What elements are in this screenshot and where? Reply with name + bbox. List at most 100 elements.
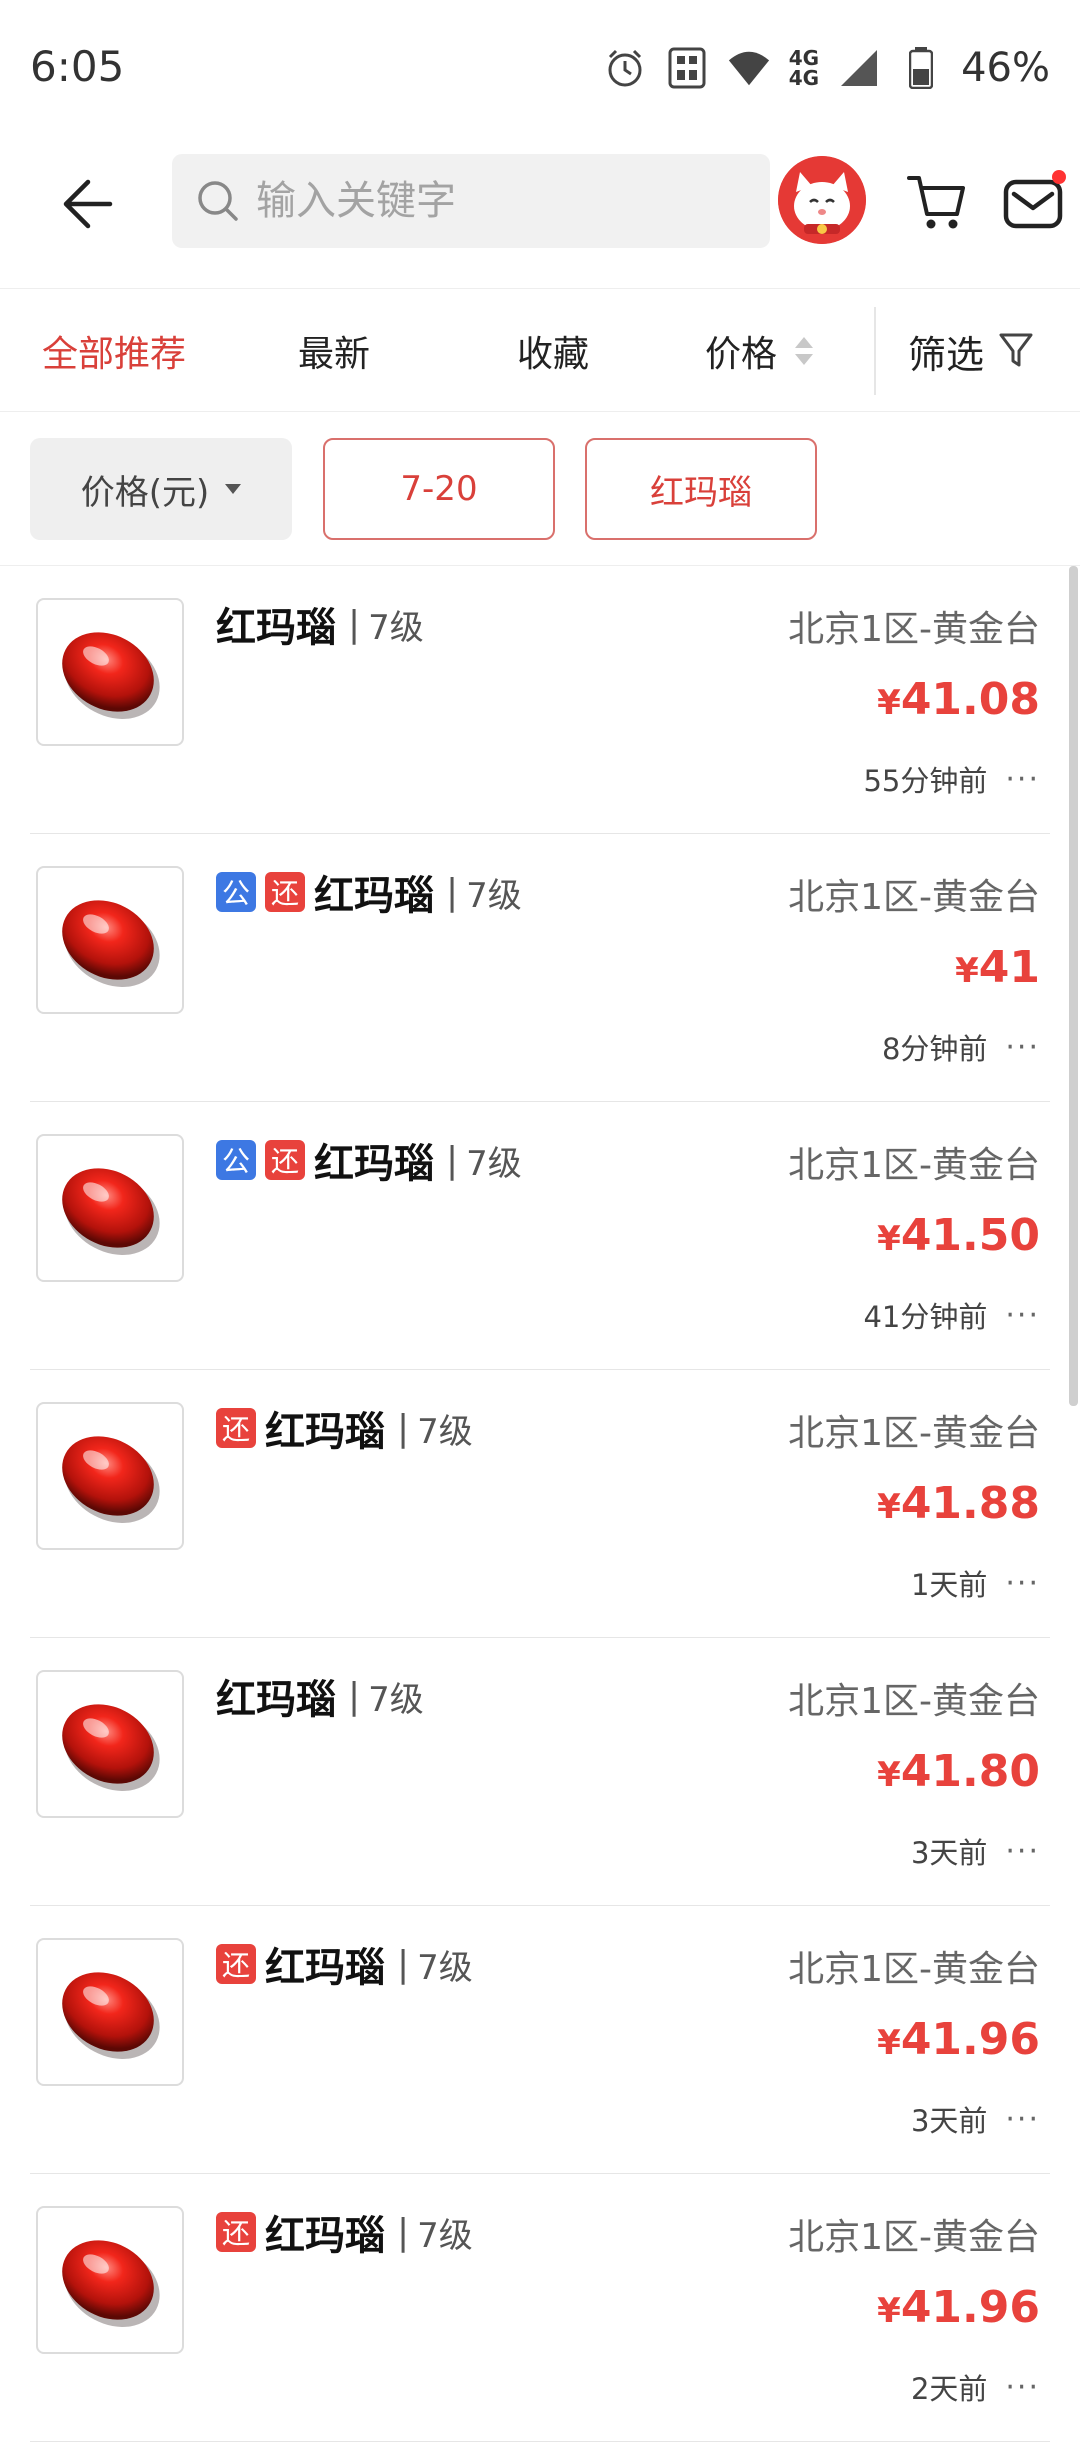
list-item[interactable]: 公还 红玛瑙 | 7级 北京1区-黄金台 ¥41 8分钟前 ··· [30, 834, 1050, 1102]
return-badge: 还 [216, 2212, 256, 2252]
item-name: 红玛瑙 [265, 1945, 385, 1991]
battery-icon [899, 46, 943, 90]
red-agate-gem-icon [62, 1168, 160, 1255]
listing-time: 8分钟前 [881, 1032, 988, 1066]
tab-newest[interactable]: 最新 [298, 289, 370, 413]
title-separator: | [446, 1139, 459, 1181]
back-button[interactable] [50, 168, 122, 240]
server-name: 北京1区-黄金台 [788, 2217, 1040, 2258]
server-name: 北京1区-黄金台 [788, 609, 1040, 650]
list-item[interactable]: 红玛瑙 | 7级 北京1区-黄金台 ¥41.08 55分钟前 ··· [30, 566, 1050, 834]
item-level: 7级 [417, 1411, 473, 1452]
title-separator: | [397, 1407, 410, 1449]
message-button[interactable] [1000, 168, 1070, 238]
listing-time: 3天前 [910, 1836, 988, 1870]
cart-icon [907, 176, 965, 229]
item-title: 公还 红玛瑙 | 7级 [216, 862, 522, 922]
item-meta: 3天前 ··· [911, 1830, 1040, 1872]
sort-bar: 全部推荐 最新 收藏 价格 筛选 [0, 288, 1080, 412]
listing: 红玛瑙 | 7级 北京1区-黄金台 ¥41.08 55分钟前 ··· 公 还 红… [0, 566, 1080, 2460]
server-name: 北京1区-黄金台 [788, 877, 1040, 918]
item-name: 红玛瑙 [265, 1409, 385, 1455]
list-item[interactable]: 红玛瑙 | 7级 北京1区-黄金台 ¥41.80 3天前 ··· [30, 1638, 1050, 1906]
red-agate-gem-icon [62, 632, 160, 719]
more-options-icon[interactable]: ··· [1005, 2102, 1040, 2137]
item-name: 红玛瑙 [265, 2213, 385, 2259]
search-input[interactable] [256, 178, 716, 224]
list-item[interactable]: 还 红玛瑙 | 7级 北京1区-黄金台 ¥41.96 3天前 ··· [30, 1906, 1050, 2174]
item-name: 红玛瑙 [314, 873, 434, 919]
tab-recommended[interactable]: 全部推荐 [42, 289, 186, 413]
chip-keyword[interactable]: 红玛瑙 [585, 438, 817, 540]
item-thumbnail[interactable] [36, 2206, 184, 2354]
return-badge: 还 [265, 872, 305, 912]
status-time: 6:05 [30, 42, 125, 91]
search-icon [198, 181, 238, 221]
item-price: ¥41.08 [877, 674, 1040, 725]
title-separator: | [348, 1675, 361, 1717]
item-level: 7级 [466, 1143, 522, 1184]
more-options-icon[interactable]: ··· [1005, 2370, 1040, 2405]
red-agate-gem-icon [62, 900, 160, 987]
more-options-icon[interactable]: ··· [1005, 1298, 1040, 1333]
server-name: 北京1区-黄金台 [788, 1145, 1040, 1186]
title-separator: | [397, 2211, 410, 2253]
wifi-icon [727, 46, 771, 90]
item-thumbnail[interactable] [36, 866, 184, 1014]
scrollbar[interactable] [1069, 566, 1078, 1406]
filter-button[interactable]: 筛选 [908, 289, 1034, 413]
item-price: ¥41 [955, 942, 1040, 993]
network-type: 4G 4G [788, 46, 820, 90]
listing-time: 41分钟前 [863, 1300, 988, 1334]
search-bar[interactable] [172, 154, 770, 248]
return-badge: 还 [216, 1944, 256, 1984]
item-price: ¥41.96 [877, 2282, 1040, 2333]
server-name: 北京1区-黄金台 [788, 1681, 1040, 1722]
status-icons: 4G 4G 46% [603, 40, 1050, 96]
more-options-icon[interactable]: ··· [1005, 1030, 1040, 1065]
item-meta: 3天前 ··· [911, 2098, 1040, 2140]
list-item[interactable]: 还 红玛瑙 | 7级 北京1区-黄金台 ¥41.88 1天前 ··· [30, 1370, 1050, 1638]
item-level: 7级 [368, 607, 424, 648]
more-options-icon[interactable]: ··· [1005, 1566, 1040, 1601]
public-badge: 公 [216, 872, 256, 912]
item-title: 还 红玛瑙 | 7级 [216, 1398, 473, 1458]
signal-icon [837, 46, 881, 90]
more-options-icon[interactable]: ··· [1005, 762, 1040, 797]
item-meta: 41分钟前 ··· [863, 1294, 1040, 1336]
tab-price[interactable]: 价格 [705, 289, 814, 413]
item-price: ¥41.96 [877, 2014, 1040, 2065]
item-thumbnail[interactable] [36, 598, 184, 746]
cart-button[interactable] [905, 170, 969, 234]
avatar[interactable] [778, 156, 866, 244]
item-meta: 2天前 ··· [911, 2366, 1040, 2408]
chip-price-range[interactable]: 7-20 [323, 438, 555, 540]
more-options-icon[interactable]: ··· [1005, 1834, 1040, 1869]
item-meta: 8分钟前 ··· [882, 1026, 1040, 1068]
return-badge: 还 [265, 1140, 305, 1180]
tab-favorites[interactable]: 收藏 [517, 289, 589, 413]
item-thumbnail[interactable] [36, 1670, 184, 1818]
item-price: ¥41.50 [877, 1210, 1040, 1261]
list-item[interactable]: 公还 红玛瑙 | 7级 北京1区-黄金台 ¥41.50 41分钟前 ··· [30, 1102, 1050, 1370]
item-thumbnail[interactable] [36, 1402, 184, 1550]
listing-time: 3天前 [910, 2104, 988, 2138]
title-separator: | [446, 871, 459, 913]
item-name: 红玛瑙 [314, 1141, 434, 1187]
item-price: ¥41.88 [877, 1478, 1040, 1529]
item-thumbnail[interactable] [36, 1938, 184, 2086]
cat-avatar-icon [778, 156, 866, 244]
item-level: 7级 [417, 1947, 473, 1988]
filter-funnel-icon [999, 333, 1033, 367]
server-name: 北京1区-黄金台 [788, 1949, 1040, 1990]
price-dropdown[interactable]: 价格(元) [30, 438, 292, 540]
search-header [0, 140, 1080, 288]
public-badge: 公 [216, 1140, 256, 1180]
item-level: 7级 [417, 2215, 473, 2256]
item-thumbnail[interactable] [36, 1134, 184, 1282]
list-item[interactable]: 还 红玛瑙 | 7级 北京1区-黄金台 ¥41.96 2天前 ··· [30, 2174, 1050, 2442]
title-separator: | [348, 603, 361, 645]
red-agate-gem-icon [62, 1972, 160, 2059]
item-level: 7级 [368, 1679, 424, 1720]
item-title: 还 红玛瑙 | 7级 [216, 2202, 473, 2262]
